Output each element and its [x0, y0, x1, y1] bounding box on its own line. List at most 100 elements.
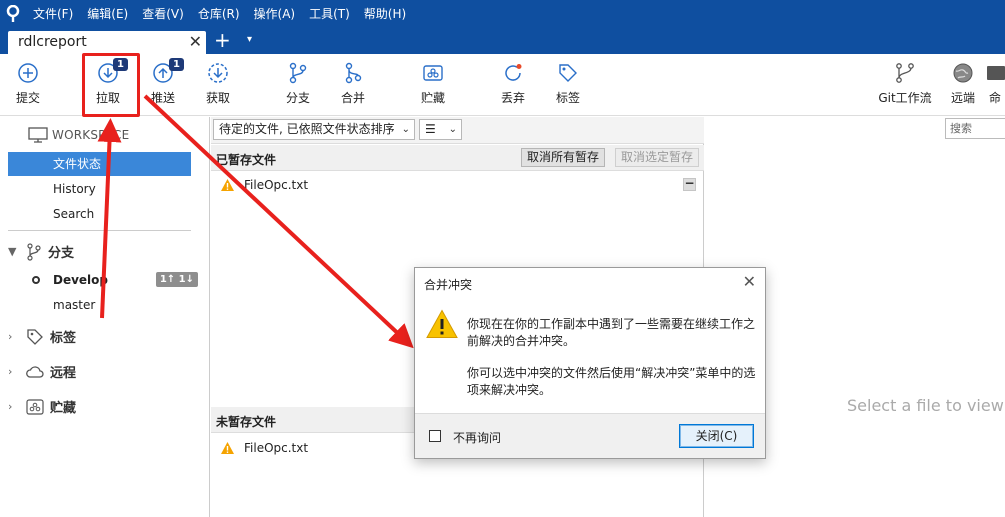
dont-ask-label: 不再询问 [453, 431, 502, 445]
remotes-title: 远程 [50, 366, 77, 381]
close-dialog-button[interactable]: 关闭(C) [679, 424, 754, 448]
branch-button[interactable]: 分支 [273, 62, 323, 106]
warning-icon [426, 309, 458, 338]
sidebar: WORKSPACE 文件状态 History Search ▼ 分支 Devel… [0, 117, 210, 517]
file-name: FileOpc.txt [244, 441, 309, 455]
fetch-label: 获取 [205, 91, 230, 105]
sidebar-item-file-status[interactable]: 文件状态 [8, 152, 191, 176]
tab-label: rdlcreport [18, 34, 87, 50]
file-name: FileOpc.txt [244, 178, 309, 192]
stash-button[interactable]: 贮藏 [408, 62, 458, 106]
merge-icon [345, 62, 362, 84]
workspace-label: WORKSPACE [52, 128, 130, 142]
git-flow-button[interactable]: Git工作流 [875, 62, 935, 106]
toolbar: 提交 1 拉取 1 推送 获取 分支 合并 贮藏 丢弃 标签 Git工作流 远端 [0, 54, 1005, 116]
close-icon[interactable]: ✕ [189, 32, 202, 51]
fetch-button[interactable]: 获取 [193, 62, 243, 106]
menu-file[interactable]: 文件(F) [26, 0, 80, 28]
menu-repository[interactable]: 仓库(R) [191, 0, 247, 28]
commit-button[interactable]: 提交 [3, 62, 53, 106]
menu-edit[interactable]: 编辑(E) [80, 0, 135, 28]
sidebar-item-search[interactable]: Search [8, 202, 191, 226]
sidebar-item-history[interactable]: History [8, 177, 191, 201]
unstage-all-button[interactable]: 取消所有暂存 [521, 148, 606, 167]
warning-icon [221, 442, 234, 454]
view-mode-dropdown[interactable]: ☰ ⌄ [419, 119, 462, 140]
sidebar-group-remotes[interactable]: › 远程 [8, 362, 76, 381]
branches-title: 分支 [48, 246, 75, 261]
menu-actions[interactable]: 操作(A) [247, 0, 303, 28]
dialog-footer: 不再询问 关闭(C) [415, 413, 765, 458]
discard-icon [505, 64, 522, 81]
sidebar-group-stashes[interactable]: › 贮藏 [8, 397, 76, 416]
push-button[interactable]: 1 推送 [138, 58, 188, 106]
branch-name: master [53, 298, 96, 312]
sort-dropdown[interactable]: 待定的文件, 已依照文件状态排序 ⌄ [213, 119, 415, 140]
dialog-message-secondary: 你可以选中冲突的文件然后使用“解决冲突”菜单中的选项来解决冲突。 [467, 366, 756, 397]
merge-label: 合并 [340, 91, 365, 105]
menu-help[interactable]: 帮助(H) [357, 0, 413, 28]
discard-button[interactable]: 丢弃 [488, 62, 538, 106]
branch-item-develop[interactable]: Develop 1↑ 1↓ [8, 268, 198, 292]
merge-button[interactable]: 合并 [328, 62, 378, 106]
branch-name: Develop [53, 273, 109, 287]
tag-label: 标签 [555, 91, 580, 105]
branch-item-master[interactable]: master [8, 293, 198, 317]
unstage-selected-button[interactable]: 取消选定暂存 [615, 148, 700, 167]
terminal-button[interactable]: 命 [985, 62, 1005, 106]
terminal-label: 命 [988, 91, 1001, 105]
workspace-header: WORKSPACE [28, 127, 129, 143]
tag-button[interactable]: 标签 [543, 62, 593, 106]
add-tab-icon[interactable]: + [214, 29, 231, 51]
git-flow-icon [896, 63, 914, 83]
push-count-badge: 1 [169, 58, 184, 71]
search-input[interactable]: 搜索 [945, 118, 1005, 139]
close-icon[interactable]: ✕ [743, 272, 756, 291]
chevron-down-icon: ⌄ [401, 124, 410, 135]
merge-conflict-dialog: 合并冲突 ✕ 你现在在你的工作副本中遇到了一些需要在继续工作之前解决的合并冲突。… [414, 267, 766, 459]
tab-rdlcreport[interactable]: rdlcreport ✕ [8, 31, 206, 54]
discard-label: 丢弃 [500, 91, 525, 105]
tag-icon [559, 64, 577, 82]
chevron-down-icon: ⌄ [448, 124, 457, 135]
menu-bar: 文件(F) 编辑(E) 查看(V) 仓库(R) 操作(A) 工具(T) 帮助(H… [0, 0, 1005, 28]
sidebar-group-branches[interactable]: ▼ 分支 [8, 242, 74, 261]
stash-icon [423, 65, 443, 81]
commit-icon [18, 63, 38, 83]
dialog-message-primary: 你现在在你的工作副本中遇到了一些需要在继续工作之前解决的合并冲突。 [467, 317, 756, 348]
dialog-title: 合并冲突 [424, 278, 473, 292]
sort-dropdown-value: 待定的文件, 已依照文件状态排序 [219, 122, 395, 136]
staged-files-title: 已暂存文件 [216, 153, 277, 167]
menu-view[interactable]: 查看(V) [135, 0, 191, 28]
git-flow-label: Git工作流 [878, 91, 932, 105]
sidebar-group-tags[interactable]: › 标签 [8, 327, 76, 346]
globe-icon [953, 63, 973, 83]
terminal-icon [987, 66, 1005, 80]
tab-bar: rdlcreport ✕ + ▾ [0, 28, 1005, 54]
monitor-icon [28, 127, 48, 143]
branch-icon [27, 242, 41, 261]
dont-ask-checkbox[interactable] [429, 430, 441, 442]
tags-title: 标签 [50, 331, 77, 346]
chevron-down-icon: ▼ [8, 245, 17, 258]
push-label: 推送 [150, 91, 175, 105]
remote-button[interactable]: 远端 [938, 62, 988, 106]
stashes-title: 贮藏 [50, 401, 77, 416]
diff-placeholder-text: Select a file to view t [847, 396, 1005, 415]
warning-icon [221, 179, 234, 191]
staged-file-row[interactable]: FileOpc.txt − [211, 173, 704, 197]
sidebar-divider [8, 230, 191, 231]
chevron-down-icon[interactable]: ▾ [247, 34, 252, 45]
stash-label: 贮藏 [420, 91, 445, 105]
chevron-right-icon: › [8, 330, 13, 343]
branch-label: 分支 [285, 91, 310, 105]
menu-tools[interactable]: 工具(T) [302, 0, 357, 28]
collapse-button[interactable]: − [683, 177, 696, 191]
chevron-right-icon: › [8, 400, 13, 413]
annotation-highlight-box [82, 53, 140, 117]
tag-icon [27, 328, 43, 345]
filter-bar: 待定的文件, 已依照文件状态排序 ⌄ ☰ ⌄ [211, 117, 704, 144]
fetch-icon [208, 63, 228, 83]
stash-icon [26, 398, 44, 415]
chevron-right-icon: › [8, 365, 13, 378]
